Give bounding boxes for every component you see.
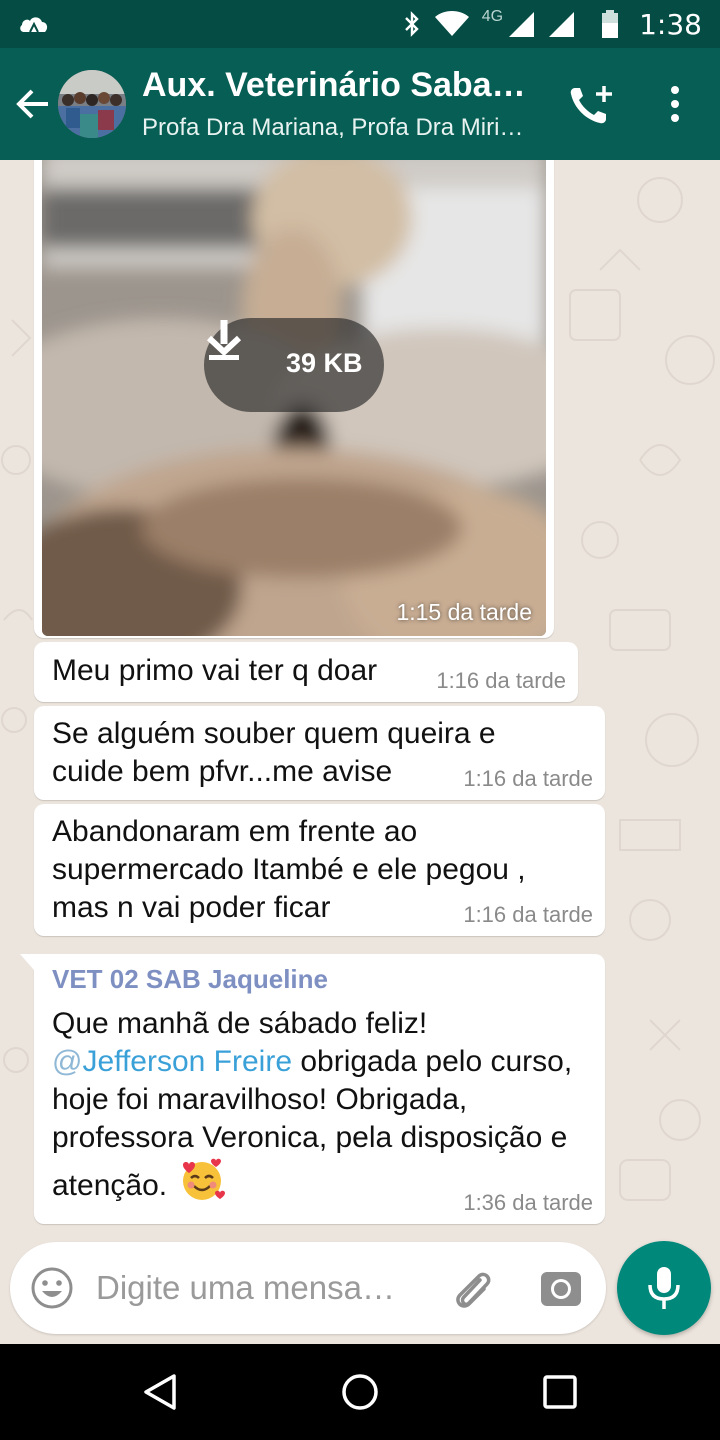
- message-bubble[interactable]: Meu primo vai ter q doar 1:16 da tarde: [34, 642, 578, 702]
- message-time: 1:15 da tarde: [396, 599, 532, 625]
- mention-link[interactable]: Jefferson Freire: [82, 1045, 292, 1078]
- camera-icon[interactable]: [540, 1268, 582, 1308]
- message-text: Que manhã de sábado feliz! @Jefferson Fr…: [52, 1005, 582, 1205]
- download-arrow-icon: [206, 320, 242, 360]
- cloud-notification-icon: [20, 17, 48, 33]
- message-bubble[interactable]: Se alguém souber quem queira e cuide bem…: [34, 706, 605, 800]
- image-preview[interactable]: 39 KB 1:15 da tarde: [42, 160, 546, 636]
- add-call-icon[interactable]: [566, 84, 616, 128]
- voice-record-button[interactable]: [617, 1241, 711, 1335]
- microphone-icon: [648, 1267, 680, 1309]
- wifi-icon: [434, 11, 469, 36]
- battery-icon: [602, 10, 619, 38]
- overflow-menu-icon[interactable]: [660, 84, 690, 124]
- message-bubble[interactable]: VET 02 SAB Jaqueline Que manhã de sábado…: [20, 954, 605, 1224]
- download-button[interactable]: 39 KB: [204, 318, 384, 412]
- emoji-icon[interactable]: [30, 1266, 74, 1310]
- message-input[interactable]: [96, 1264, 436, 1312]
- signal-icon-2: [549, 12, 575, 37]
- message-time: 1:16 da tarde: [463, 766, 593, 791]
- message-composer: [10, 1242, 606, 1334]
- smiling-face-with-hearts-icon: [183, 1158, 226, 1200]
- clock: 1:38: [639, 7, 702, 41]
- group-avatar[interactable]: [58, 70, 126, 138]
- download-size: 39 KB: [286, 348, 363, 378]
- paperclip-icon[interactable]: [450, 1266, 496, 1312]
- signal-icon: [509, 12, 535, 37]
- nav-home-icon[interactable]: [340, 1372, 380, 1412]
- message-line: Que manhã de sábado feliz!: [52, 1007, 428, 1040]
- status-bar: 4G 1:38: [0, 0, 720, 48]
- nav-recent-apps-icon[interactable]: [542, 1374, 578, 1410]
- chat-title[interactable]: Aux. Veterinário Sabad…: [142, 66, 542, 105]
- message-time: 1:16 da tarde: [436, 668, 566, 693]
- message-list[interactable]: 39 KB 1:15 da tarde Meu primo vai ter q …: [0, 160, 720, 1240]
- network-type: 4G: [481, 8, 504, 25]
- nav-back-icon[interactable]: [140, 1372, 180, 1412]
- message-time: 1:16 da tarde: [463, 902, 593, 927]
- sender-name[interactable]: VET 02 SAB Jaqueline: [52, 964, 587, 995]
- message-bubble[interactable]: Abandonaram em frente ao supermercado It…: [34, 804, 605, 936]
- chat-header: Aux. Veterinário Sabad… Profa Dra Marian…: [0, 48, 720, 160]
- mention-at-sign: @: [52, 1045, 83, 1078]
- chat-participants[interactable]: Profa Dra Mariana, Profa Dra Miri…: [142, 114, 542, 142]
- bluetooth-icon: [404, 11, 419, 37]
- message-time: 1:36 da tarde: [463, 1190, 593, 1215]
- system-navigation-bar: [0, 1344, 720, 1440]
- back-arrow-icon[interactable]: [14, 84, 54, 124]
- image-message[interactable]: 39 KB 1:15 da tarde: [34, 160, 554, 638]
